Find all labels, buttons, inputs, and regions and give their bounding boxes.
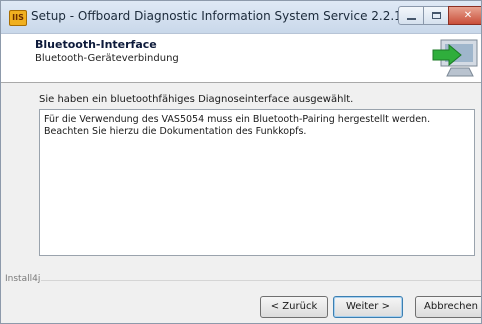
window-title: Setup - Offboard Diagnostic Information … bbox=[31, 9, 402, 23]
info-text-area[interactable]: Für die Verwendung des VAS5054 muss ein … bbox=[39, 109, 475, 256]
close-icon: ✕ bbox=[463, 10, 473, 21]
title-bar[interactable]: IIS Setup - Offboard Diagnostic Informat… bbox=[1, 1, 481, 34]
back-button[interactable]: < Zurück bbox=[260, 296, 328, 318]
wizard-header: Bluetooth-Interface Bluetooth-Geräteverb… bbox=[1, 34, 481, 83]
page-subtitle: Bluetooth-Geräteverbindung bbox=[35, 53, 179, 64]
intro-text: Sie haben ein bluetoothfähiges Diagnosei… bbox=[39, 94, 354, 105]
close-button[interactable]: ✕ bbox=[448, 6, 481, 25]
minimize-icon bbox=[406, 17, 416, 20]
info-line: Für die Verwendung des VAS5054 muss ein … bbox=[44, 114, 431, 125]
footer-divider bbox=[41, 280, 481, 281]
info-line: Beachten Sie hierzu die Dokumentation de… bbox=[44, 126, 307, 137]
page-title: Bluetooth-Interface bbox=[35, 38, 157, 51]
next-button[interactable]: Weiter > bbox=[333, 296, 403, 318]
computer-install-arrow-icon bbox=[432, 39, 478, 77]
setup-window: IIS Setup - Offboard Diagnostic Informat… bbox=[0, 0, 482, 324]
installer-brand: Install4j bbox=[5, 274, 41, 284]
maximize-icon bbox=[431, 12, 441, 19]
minimize-button[interactable] bbox=[398, 6, 424, 25]
maximize-button[interactable] bbox=[423, 6, 449, 25]
app-icon: IIS bbox=[9, 10, 27, 26]
cancel-button[interactable]: Abbrechen bbox=[415, 296, 481, 318]
